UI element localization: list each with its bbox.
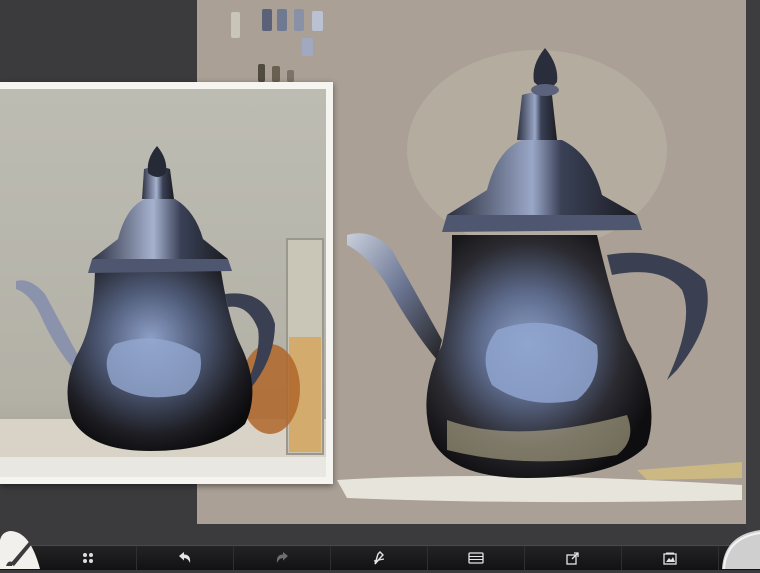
brush-puck-button[interactable] [0, 528, 40, 569]
settings-button[interactable] [40, 546, 137, 570]
swatch-steel-blue[interactable] [277, 9, 287, 31]
redo-icon [275, 552, 289, 564]
brush-editor-button[interactable] [331, 546, 428, 570]
gallery-button[interactable] [622, 546, 719, 570]
swatch-light-blue[interactable] [302, 38, 313, 56]
swatch-blue-gray[interactable] [294, 9, 304, 31]
undo-button[interactable] [137, 546, 234, 570]
color-puck-button[interactable] [722, 530, 760, 570]
swatch-taupe[interactable] [287, 70, 294, 82]
swatch-pale-gray[interactable] [231, 12, 240, 38]
gear-icon [82, 552, 94, 564]
reference-teapot-photo [0, 89, 326, 477]
swatch-dark-brown[interactable] [258, 64, 265, 82]
share-icon [566, 551, 580, 565]
share-button[interactable] [525, 546, 622, 570]
redo-button[interactable] [234, 546, 331, 570]
undo-icon [178, 552, 192, 564]
color-puck-icon [722, 530, 760, 570]
pen-icon [372, 551, 386, 565]
swatch-slate-blue[interactable] [262, 9, 272, 31]
reference-image-panel[interactable] [0, 82, 333, 484]
layers-icon [468, 552, 484, 564]
swatch-pale-blue[interactable] [312, 11, 323, 31]
right-edge-strip [746, 0, 760, 545]
layers-button[interactable] [428, 546, 525, 570]
gallery-icon [663, 552, 677, 565]
reference-photo [0, 89, 326, 477]
swatch-brown[interactable] [272, 66, 280, 82]
brush-icon [0, 531, 40, 569]
bottom-toolbar [0, 545, 760, 570]
